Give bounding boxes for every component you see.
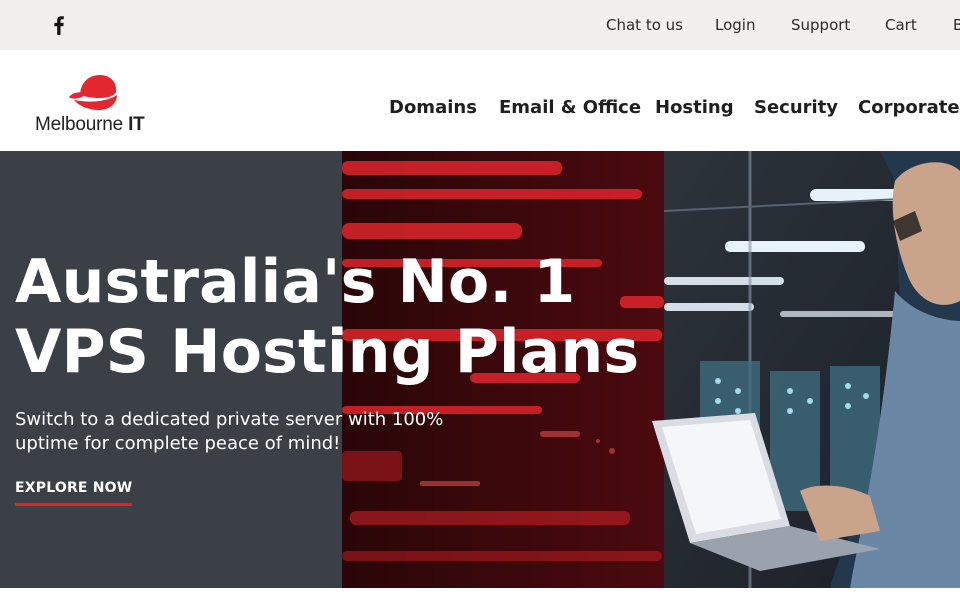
nav-hosting[interactable]: Hosting [655,97,734,118]
nav-email-office[interactable]: Email & Office [499,97,641,118]
hero-banner: Australia's No. 1 VPS Hosting Plans Swit… [0,151,960,588]
explore-now-button[interactable]: EXPLORE NOW [15,480,133,506]
brand-name-bold: IT [128,114,145,135]
facebook-icon[interactable] [50,14,68,36]
support-link[interactable]: Support [791,0,850,50]
headline-line-2: VPS Hosting Plans [15,317,640,387]
hero-headline: Australia's No. 1 VPS Hosting Plans [15,247,639,387]
chat-link[interactable]: Chat to us [606,0,683,50]
page-content-start [0,588,960,600]
nav-corporate[interactable]: Corporate [858,97,960,118]
nav-domains[interactable]: Domains [389,97,477,118]
main-nav-bar: Melbourne IT Domains Email & Office Host… [0,50,960,151]
utility-bar: Chat to us Login Support Cart B [0,0,960,50]
cart-link[interactable]: Cart [885,0,917,50]
hero-subtext: Switch to a dedicated private server wit… [15,409,444,454]
nav-security[interactable]: Security [754,97,838,118]
headline-line-1: Australia's No. 1 [15,247,576,317]
brand-wordmark[interactable]: Melbourne IT [35,114,145,136]
login-link[interactable]: Login [715,0,755,50]
truncated-link[interactable]: B [953,0,960,50]
brand-name-regular: Melbourne [35,114,129,135]
